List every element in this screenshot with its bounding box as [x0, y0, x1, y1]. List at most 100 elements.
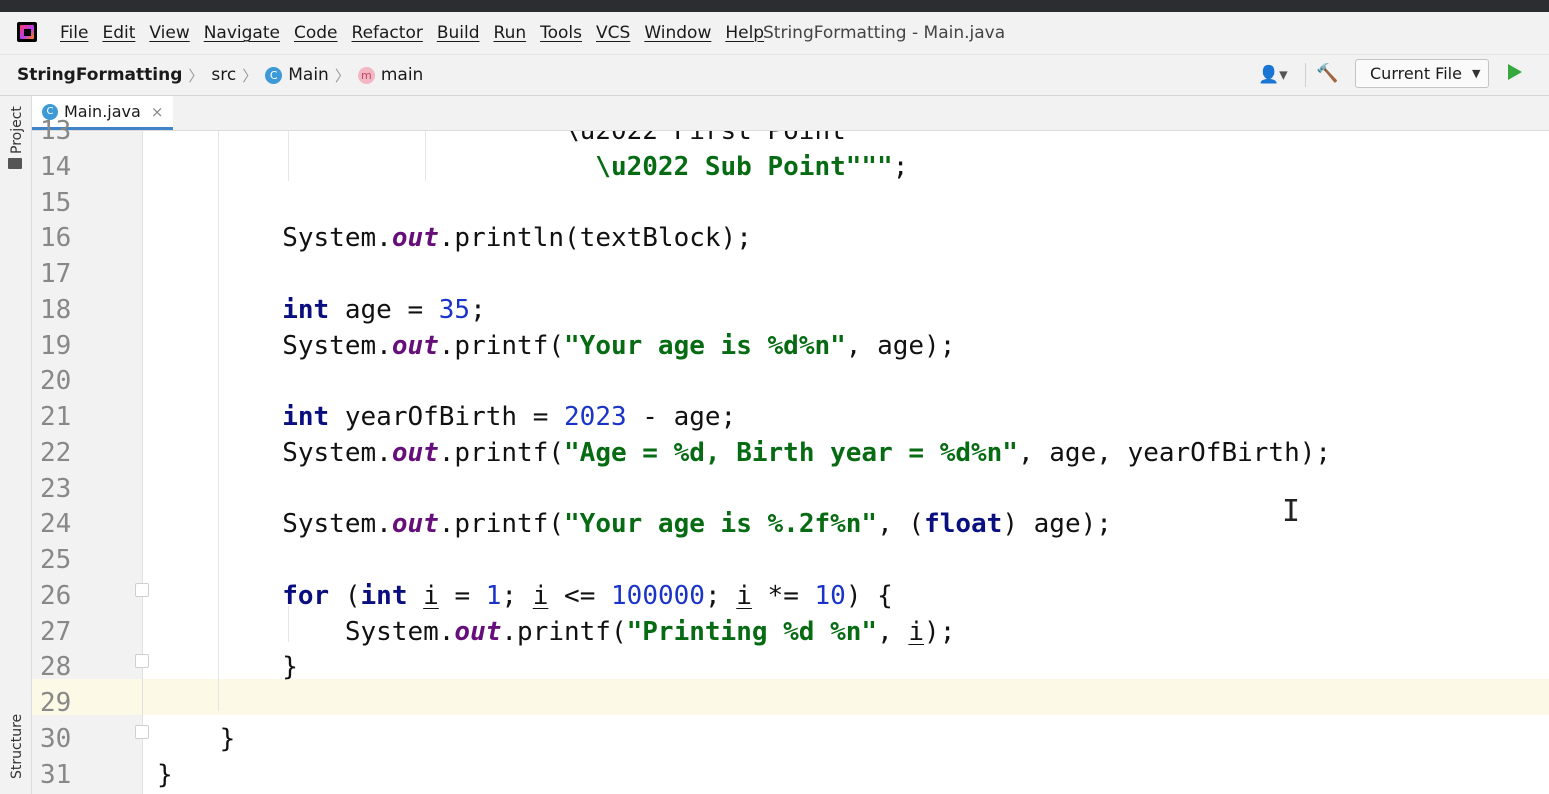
code-line[interactable]: \u2022 First Point [157, 131, 846, 149]
line-number: 17 [40, 259, 72, 289]
code-line[interactable]: System.out.println(textBlock); [157, 220, 752, 256]
code-token: = [438, 580, 486, 611]
line-number: 27 [40, 616, 72, 647]
close-icon[interactable]: × [151, 103, 164, 121]
fold-marker-icon[interactable] [135, 725, 149, 739]
run-icon[interactable] [1508, 64, 1522, 80]
code-token: out [391, 437, 439, 468]
line-number: 22 [40, 437, 72, 468]
code-token: ; [704, 580, 737, 611]
menu-help[interactable]: Help [725, 23, 764, 43]
code-token: ); [924, 616, 956, 647]
fold-marker-icon[interactable] [135, 583, 149, 597]
code-token: int [282, 294, 330, 325]
code-token: "Printing %d %n" [626, 616, 878, 647]
project-tool-tab[interactable]: Project [9, 106, 25, 154]
code-token: int [282, 402, 330, 432]
code-editor[interactable]: \u2022 First Point \u2022 Sub Point"""; … [143, 131, 1549, 794]
code-token: - age; [626, 402, 737, 432]
menu-build[interactable]: Build [437, 23, 480, 43]
menu-refactor[interactable]: Refactor [352, 23, 423, 43]
line-number: 23 [40, 473, 72, 504]
code-token: *= [751, 580, 815, 611]
code-token: ; [470, 294, 486, 325]
menu-window[interactable]: Window [644, 23, 711, 43]
code-token: System. [157, 437, 392, 468]
code-token: ; [892, 151, 909, 182]
run-configuration-select[interactable]: Current File ▼ [1355, 59, 1489, 88]
breadcrumb-src[interactable]: src [211, 65, 236, 85]
code-line[interactable]: } [157, 649, 298, 685]
code-token: <= [548, 580, 612, 611]
breadcrumb: StringFormatting 〉 src 〉 C Main 〉 m main [17, 55, 423, 95]
code-line[interactable]: int yearOfBirth = 2023 - age; [157, 399, 736, 435]
run-configuration-label: Current File [1370, 64, 1462, 83]
code-token: .printf( [438, 437, 565, 468]
code-token: 10 [814, 580, 846, 611]
window-title: StringFormatting - Main.java [763, 23, 1006, 43]
code-token: out [391, 330, 439, 361]
code-token: out [454, 616, 502, 647]
code-token: 1 [485, 580, 502, 611]
line-number: 21 [40, 402, 72, 432]
menu-view[interactable]: View [149, 23, 189, 43]
code-line[interactable]: int age = 35; [157, 292, 486, 328]
os-title-strip [0, 0, 1549, 12]
code-token: 100000 [611, 580, 705, 611]
code-line[interactable]: \u2022 Sub Point"""; [157, 149, 908, 185]
code-token: System. [157, 223, 392, 254]
code-token: \u2022 Sub Point""" [595, 151, 893, 182]
chevron-right-icon: 〉 [188, 66, 204, 85]
breadcrumb-project[interactable]: StringFormatting [17, 65, 182, 85]
code-token: \u2022 First Point [157, 131, 846, 146]
line-number: 31 [40, 759, 72, 790]
fold-marker-icon[interactable] [135, 654, 149, 668]
code-token: } [157, 723, 236, 754]
code-token: ) age); [1002, 509, 1112, 540]
structure-tool-tab[interactable]: Structure [9, 714, 25, 779]
line-number: 26 [40, 580, 72, 611]
line-number: 19 [40, 330, 72, 361]
code-token: for [282, 580, 330, 611]
menu-vcs[interactable]: VCS [596, 23, 630, 43]
code-line[interactable]: System.out.printf("Your age is %.2f%n", … [157, 506, 1112, 542]
code-token: "Age = %d, Birth year = %d%n" [564, 437, 1018, 468]
line-number: 25 [40, 545, 72, 575]
line-number: 20 [40, 366, 72, 397]
menu-code[interactable]: Code [294, 23, 338, 43]
code-line[interactable]: System.out.printf("Your age is %d%n", ag… [157, 328, 955, 364]
user-dropdown-icon[interactable]: 👤▾ [1258, 65, 1288, 85]
method-icon: m [357, 66, 375, 84]
build-hammer-icon[interactable]: 🔨 [1316, 63, 1338, 84]
code-line[interactable]: } [157, 757, 173, 793]
intellij-logo-icon[interactable] [17, 22, 37, 42]
menu-edit[interactable]: Edit [102, 23, 135, 43]
code-token: .printf( [438, 509, 565, 540]
code-token: } [157, 759, 173, 790]
breadcrumb-method[interactable]: main [381, 65, 423, 85]
code-token: System. [157, 616, 455, 647]
menu-tools[interactable]: Tools [540, 23, 582, 43]
code-token: i [423, 580, 439, 611]
code-token: float [924, 509, 1003, 540]
code-token: , age, yearOfBirth); [1017, 437, 1332, 468]
line-number: 13 [40, 116, 72, 146]
chevron-right-icon: 〉 [242, 66, 258, 85]
menu-file[interactable]: File [60, 23, 88, 43]
code-token: i [736, 580, 752, 611]
menu-navigate[interactable]: Navigate [204, 23, 280, 43]
line-number: 24 [40, 509, 72, 540]
breadcrumb-class[interactable]: Main [288, 65, 329, 85]
code-line[interactable]: } [157, 721, 236, 757]
line-number: 29 [40, 688, 72, 718]
code-token: } [157, 652, 298, 683]
code-token: 35 [438, 294, 471, 325]
code-line[interactable]: System.out.printf("Age = %d, Birth year … [157, 435, 1331, 471]
code-token: .printf( [438, 330, 565, 361]
code-line[interactable]: for (int i = 1; i <= 100000; i *= 10) { [157, 578, 893, 614]
code-line[interactable]: System.out.printf("Printing %d %n", i); [157, 614, 956, 650]
menu-run[interactable]: Run [494, 23, 527, 43]
